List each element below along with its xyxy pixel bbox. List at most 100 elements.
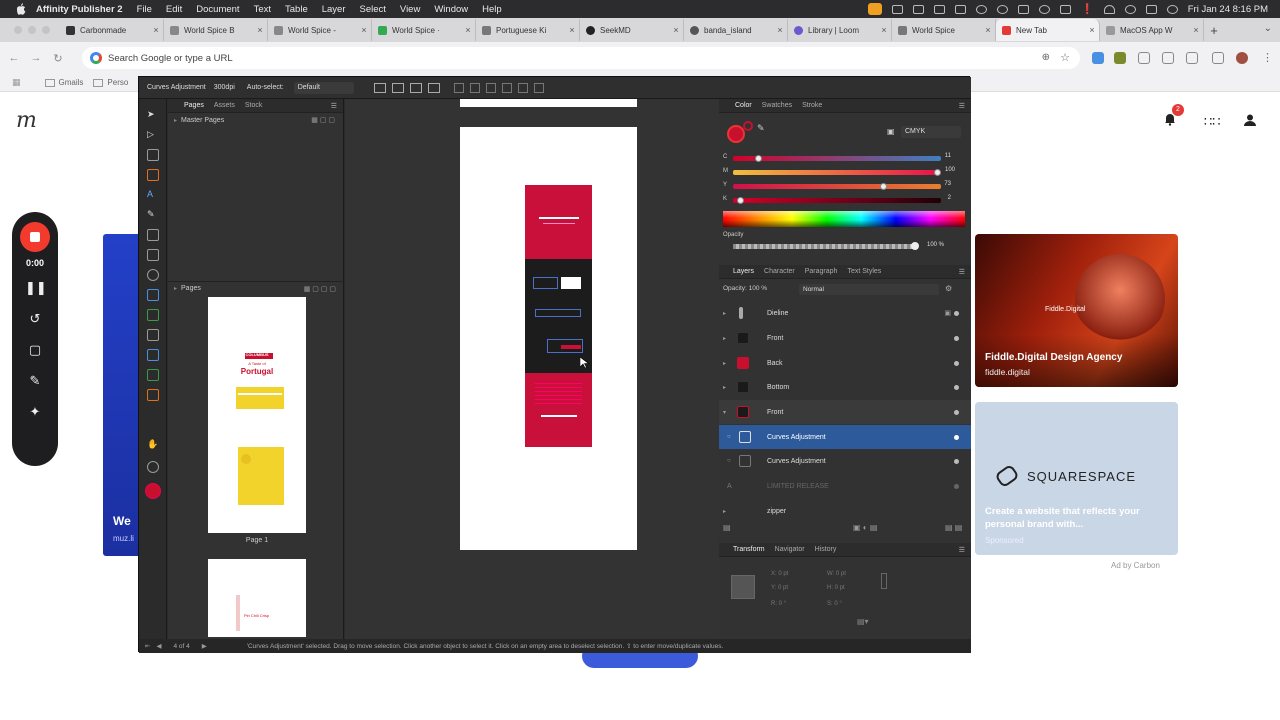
spotlight-icon[interactable] — [1124, 4, 1136, 14]
reading-list-icon[interactable] — [1162, 52, 1174, 64]
key-value[interactable]: 2 — [948, 195, 951, 201]
align-icon[interactable] — [391, 82, 404, 93]
expand-arrow-icon[interactable]: ▸ — [723, 384, 726, 391]
expand-arrow-icon[interactable]: ▸ — [723, 508, 726, 515]
close-tab-icon[interactable]: × — [461, 25, 475, 35]
tab-world-spice-dash[interactable]: World Spice - × — [268, 19, 372, 41]
color-spectrum[interactable] — [723, 211, 965, 227]
transform-w[interactable]: W: 0 pt — [827, 571, 846, 577]
profile-avatar[interactable] — [1236, 52, 1248, 64]
tab-loom[interactable]: Library | Loom × — [788, 19, 892, 41]
tab-seekmd[interactable]: SeekMD × — [580, 19, 684, 41]
transform-r[interactable]: R: 0 ° — [771, 601, 786, 607]
ad-by-carbon[interactable]: Ad by Carbon — [1111, 561, 1160, 570]
add-page-icon[interactable]: ▦ ▢ ▢ ▢ — [304, 285, 336, 293]
close-tab-icon[interactable]: × — [1189, 25, 1203, 35]
window-icon[interactable] — [934, 4, 946, 14]
align-center-icon[interactable] — [469, 82, 480, 93]
table-tool-icon[interactable] — [147, 169, 159, 181]
pause-icon[interactable]: ❚❚ — [25, 280, 47, 296]
tab-world-spice[interactable]: World Spice × — [892, 19, 996, 41]
restart-icon[interactable]: ↺ — [25, 311, 45, 327]
expand-arrow-icon[interactable]: ▸ — [174, 285, 177, 292]
master-pages-header[interactable]: ▸ Master Pages ▦ ▢ ▢ — [168, 113, 343, 127]
transform-y[interactable]: Y: 0 pt — [771, 585, 788, 591]
transform-h[interactable]: H: 0 pt — [827, 585, 845, 591]
delete-layer-icon[interactable]: ▤ ▤ — [945, 523, 962, 532]
adjustment-toggle-icon[interactable]: ○ — [727, 434, 731, 440]
yellow-knob[interactable] — [879, 183, 887, 190]
move-tool-icon[interactable]: ➤ — [147, 109, 159, 121]
hand-tool-icon[interactable]: ✋ — [147, 439, 159, 451]
battery-icon[interactable] — [1060, 4, 1072, 14]
app-name[interactable]: Affinity Publisher 2 — [36, 4, 123, 15]
panel-menu-icon[interactable]: ☰ — [959, 546, 965, 554]
dropbox-icon[interactable] — [1018, 4, 1030, 14]
transparency-tool-icon[interactable] — [147, 309, 159, 321]
page-counter[interactable]: 4 of 4 — [173, 643, 189, 650]
expand-arrow-icon[interactable]: ▸ — [723, 310, 726, 317]
clock[interactable]: Fri Jan 24 8:16 PM — [1188, 4, 1268, 15]
layer-row[interactable]: ▸ Back — [719, 351, 971, 375]
close-tab-icon[interactable]: × — [565, 25, 579, 35]
new-tab-button[interactable]: + — [1204, 23, 1224, 38]
transform-s[interactable]: S: 0 ° — [827, 601, 842, 607]
align-bottom-icon[interactable] — [533, 82, 544, 93]
yellow-slider[interactable] — [733, 183, 941, 190]
artistic-text-tool-icon[interactable]: A — [147, 189, 159, 201]
tab-transform[interactable]: Transform — [733, 546, 765, 553]
menu-table[interactable]: Table — [285, 4, 308, 15]
cast-icon[interactable] — [955, 4, 967, 14]
menu-edit[interactable]: Edit — [166, 4, 182, 15]
expand-arrow-icon[interactable]: ▸ — [723, 360, 726, 367]
bookmark-star-icon[interactable]: ☆ — [1060, 51, 1070, 64]
pen-icon[interactable]: ✎ — [25, 373, 45, 389]
zoom-window-button[interactable] — [42, 26, 50, 34]
lock-icon[interactable]: ▣ — [944, 309, 951, 317]
rectangle-tool-icon[interactable] — [147, 229, 159, 241]
layer-settings-icon[interactable]: ⚙ — [945, 284, 952, 293]
play-icon[interactable] — [1039, 4, 1051, 14]
transform-x[interactable]: X: 0 pt — [771, 571, 788, 577]
close-tab-icon[interactable]: × — [253, 25, 267, 35]
key-knob[interactable] — [737, 197, 745, 204]
lock-aspect-icon[interactable] — [881, 573, 887, 589]
muzli-logo[interactable]: m — [16, 108, 37, 133]
layer-row[interactable]: A LIMITED RELEASE — [719, 474, 971, 498]
auto-select-dropdown[interactable]: Default — [293, 81, 354, 94]
align-left-icon[interactable] — [453, 82, 464, 93]
cyan-value[interactable]: 11 — [945, 153, 951, 159]
document-page[interactable] — [460, 127, 637, 550]
recorder-status-icon[interactable] — [868, 3, 883, 15]
cyan-slider[interactable] — [733, 155, 941, 162]
tab-navigator[interactable]: Navigator — [775, 546, 805, 553]
prev-page-icon[interactable]: ◀ — [156, 642, 161, 650]
close-window-button[interactable] — [14, 26, 22, 34]
tab-banda-island[interactable]: banda_island × — [684, 19, 788, 41]
magenta-knob[interactable] — [934, 169, 941, 176]
lock-icon[interactable]: ▣ — [887, 127, 895, 136]
tab-portuguese[interactable]: Portuguese Ki × — [476, 19, 580, 41]
tab-assets[interactable]: Assets — [214, 102, 235, 109]
settings-icon[interactable] — [997, 4, 1009, 14]
stop-recording-button[interactable] — [20, 222, 50, 252]
tab-layers[interactable]: Layers — [733, 268, 754, 275]
visibility-dot[interactable] — [954, 360, 959, 366]
tab-carbonmade[interactable]: Carbonmade × — [60, 19, 164, 41]
layer-row[interactable]: ▸ zipper — [719, 499, 971, 523]
page-thumbnail[interactable]: COLUMBUS A Taste of Portugal — [208, 297, 306, 533]
download-icon[interactable] — [1212, 52, 1224, 64]
tab-stock[interactable]: Stock — [245, 102, 263, 109]
picture-frame-tool-icon[interactable] — [147, 249, 159, 261]
tab-macos-app[interactable]: MacOS App W × — [1100, 19, 1204, 41]
tab-character[interactable]: Character — [764, 268, 795, 275]
tab-world-spice-b[interactable]: World Spice B × — [164, 19, 268, 41]
fiddle-card[interactable]: Fiddle.Digital Fiddle.Digital Design Age… — [975, 234, 1178, 387]
forward-icon[interactable]: → — [28, 52, 44, 64]
visibility-dot[interactable] — [954, 458, 959, 464]
zoom-icon[interactable]: ⊕ — [1042, 52, 1050, 63]
stroke-color-well[interactable] — [743, 121, 753, 131]
layer-row-selected[interactable]: ○ Curves Adjustment — [719, 425, 971, 449]
align-right-icon[interactable] — [485, 82, 496, 93]
menu-select[interactable]: Select — [360, 4, 386, 15]
